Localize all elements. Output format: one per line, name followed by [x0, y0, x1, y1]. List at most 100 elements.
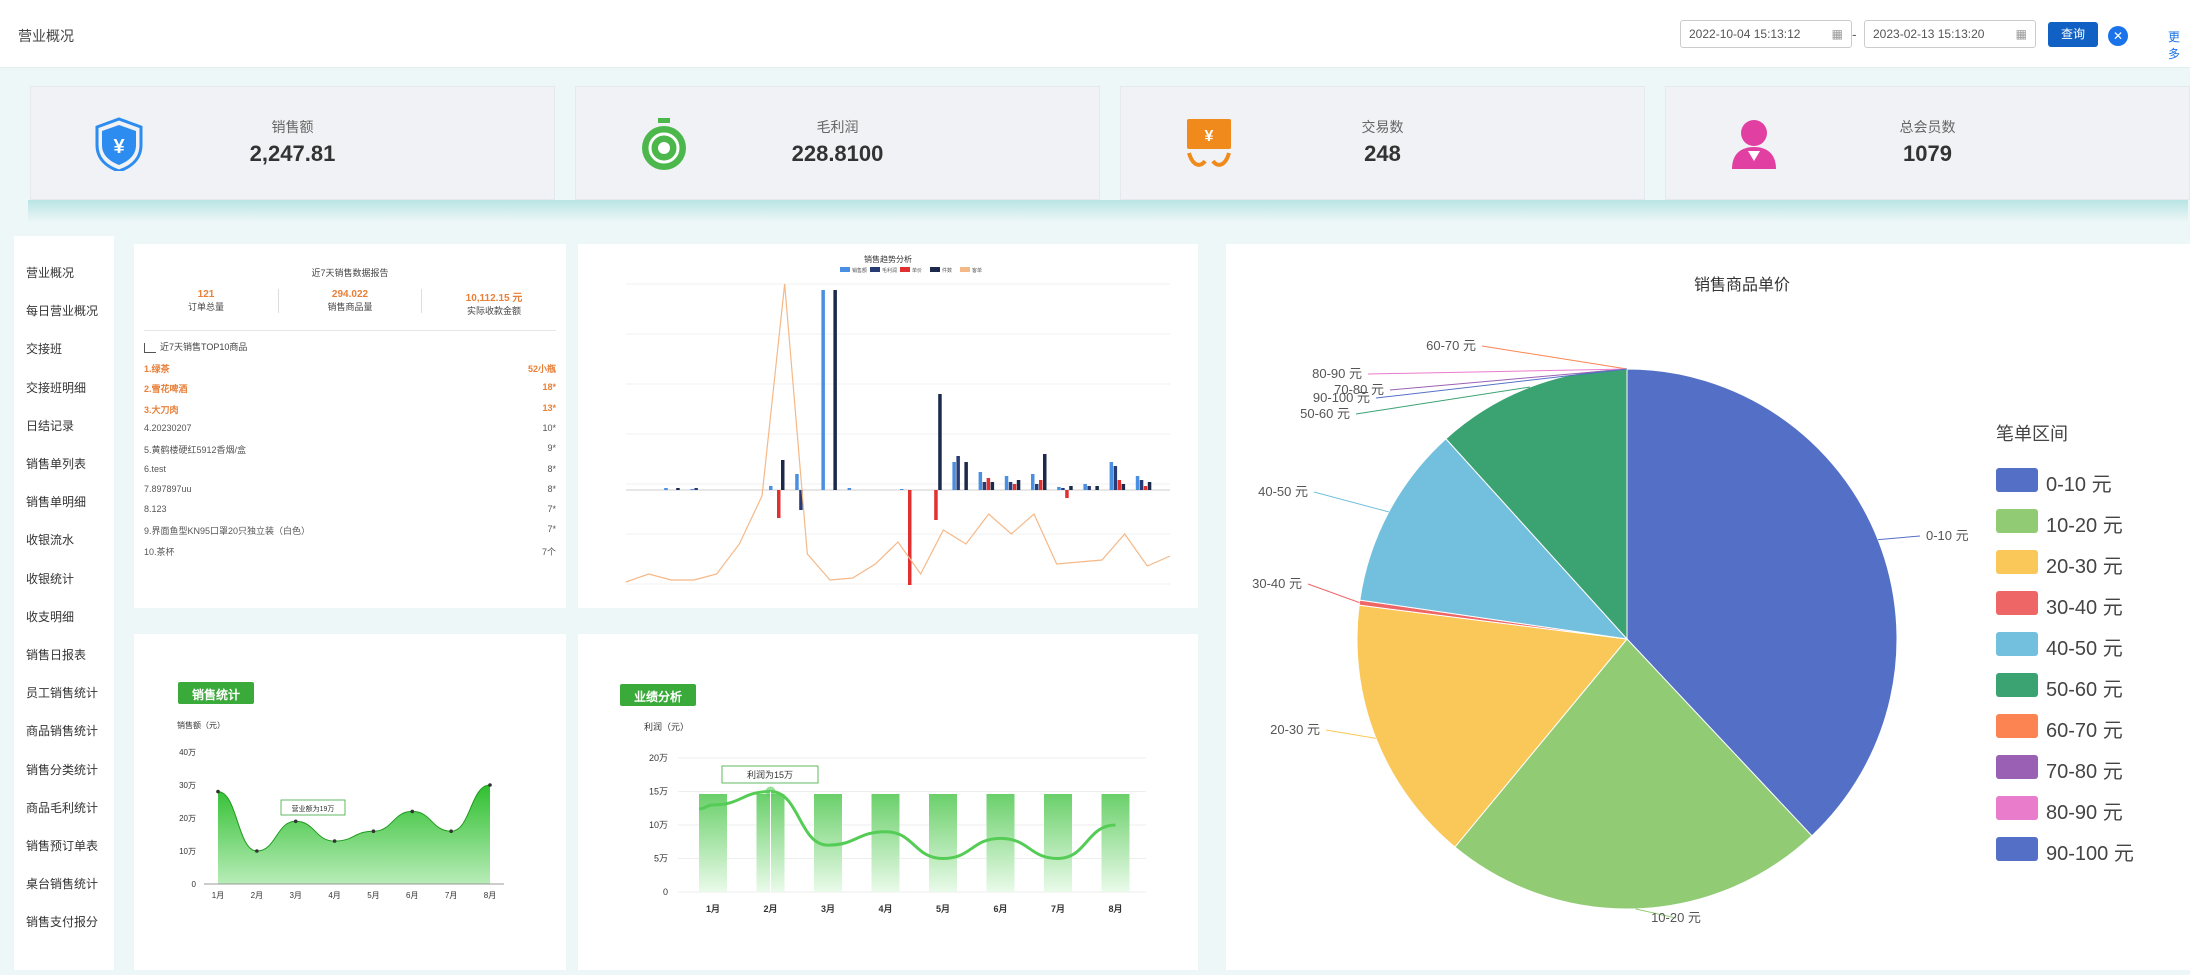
legend-swatch: [840, 267, 850, 272]
x-tick: 5月: [367, 891, 379, 900]
item-qty: 7*: [547, 504, 556, 515]
pie-label: 0-10 元: [1926, 528, 1969, 543]
trend-bar: [1039, 480, 1043, 490]
stat-label: 毛利润: [816, 119, 859, 135]
clear-icon[interactable]: ✕: [2108, 26, 2128, 46]
sales-point: [449, 829, 453, 833]
top-bar: 营业概况 2022-10-04 15:13:12 ▦ - 2023-02-13 …: [0, 0, 2190, 68]
legend-swatch: [870, 267, 880, 272]
sidebar-item[interactable]: 交接班明细: [26, 379, 86, 396]
legend-swatch: [1996, 468, 2038, 492]
legend-label: 20-30 元: [2046, 556, 2123, 578]
trend-chart: 销售趋势分析销售额 毛利润 单价 件数 客单: [625, 254, 1171, 585]
y-tick: 20万: [649, 753, 668, 763]
metric-label: 订单总量: [187, 302, 224, 312]
sidebar-item[interactable]: 销售分类统计: [26, 761, 98, 778]
sidebar-item[interactable]: 销售单明细: [26, 493, 86, 510]
sales-area: [218, 785, 490, 884]
legend-swatch: [900, 267, 910, 272]
performance-chart: 利润（元） 0 5万 10万 15万 20万利润为15万 1月 2月 3月 4月 5月 6月 7月 8月: [644, 721, 1146, 914]
sales-point: [371, 829, 376, 833]
item-qty: 7个: [541, 546, 556, 557]
legend-swatch: [1996, 837, 2038, 861]
sidebar-item[interactable]: 商品毛利统计: [26, 799, 98, 816]
legend-title: 笔单区间: [1996, 424, 2068, 444]
trend-bar: [908, 490, 912, 585]
y-tick: 5万: [654, 854, 668, 864]
trend-bar: [1117, 480, 1122, 490]
sidebar: 营业概况每日营业概况 交接班交接班明细日结记录销售单列表销售单明细收银流水收银统计…: [14, 236, 114, 970]
top10-title: 近7天销售TOP10商品: [160, 342, 248, 352]
trend-bar: [1147, 482, 1152, 490]
calendar-icon: ▦: [2015, 27, 2027, 41]
trend-bar: [821, 290, 825, 490]
top10-item: 3.大刀肉 13*: [144, 403, 556, 416]
more-link[interactable]: 更多: [2168, 28, 2190, 62]
query-button[interactable]: 查询: [2048, 22, 2098, 47]
pie-leader-line: [1307, 583, 1360, 604]
trend-bar: [1143, 486, 1148, 490]
sidebar-item[interactable]: 销售单列表: [26, 455, 86, 472]
top10-item: 10.茶杯 7个: [144, 545, 556, 558]
metric-income: 10,112.15 元 实际收款金额: [422, 289, 566, 317]
trend-chart-panel: 销售趋势分析 销售额 毛利润 单价 件数 客单: [578, 244, 1198, 608]
y-axis-label: 利润（元）: [644, 721, 689, 732]
sidebar-item[interactable]: 营业概况: [26, 264, 74, 281]
sidebar-item[interactable]: 销售支付报分: [26, 913, 98, 930]
top10-header: 近7天销售TOP10商品: [144, 340, 247, 353]
top10-item: 6.test 8*: [144, 464, 556, 474]
top10-item: 4.20230207 10*: [144, 423, 556, 433]
pie-leader-line: [1481, 345, 1628, 370]
trend-bar: [694, 488, 698, 490]
legend-label: 件数: [942, 267, 952, 274]
trend-bar: [1087, 486, 1091, 490]
pie-leader-line: [1325, 729, 1377, 739]
trend-bar: [833, 290, 837, 490]
sidebar-item[interactable]: 收银统计: [26, 570, 74, 587]
sidebar-item[interactable]: 每日营业概况: [26, 302, 98, 319]
item-name: 7.897897uu: [144, 483, 192, 494]
trend-bar: [964, 462, 968, 490]
item-name: 4.20230207: [144, 422, 192, 433]
date-separator: -: [1852, 26, 1857, 42]
legend-label: 客单: [972, 267, 982, 274]
pie-leader-line: [1313, 491, 1389, 513]
sidebar-item[interactable]: 日结记录: [26, 417, 74, 434]
item-name: 1.绿茶: [144, 364, 170, 374]
pie-label: 20-30 元: [1270, 722, 1320, 737]
performance-bar: [871, 794, 900, 892]
trend-bar: [982, 482, 987, 490]
item-name: 5.黄鹤楼硬红5912香烟/盒: [144, 445, 247, 456]
sidebar-item[interactable]: 交接班: [26, 340, 62, 357]
item-name: 8.123: [144, 504, 167, 515]
performance-panel: 业绩分析 利润（元） 0 5万 10万 15万 20万 利润为15万 1月 2月 3月 4月 5月 6月…: [578, 634, 1198, 970]
trend-bar: [1031, 474, 1035, 490]
sidebar-item[interactable]: 收支明细: [26, 608, 74, 625]
trend-bar: [952, 462, 956, 490]
start-date-input[interactable]: 2022-10-04 15:13:12 ▦: [1680, 20, 1852, 48]
x-tick: 1月: [212, 891, 224, 900]
sales-point: [332, 839, 337, 843]
stat-label: 销售额: [271, 119, 314, 135]
x-tick: 5月: [936, 904, 950, 914]
x-tick: 4月: [878, 904, 892, 914]
sidebar-item[interactable]: 收银流水: [26, 531, 74, 548]
x-tick: 6月: [406, 891, 418, 900]
sidebar-item[interactable]: 商品销售统计: [26, 722, 98, 739]
x-tick: 8月: [1108, 904, 1122, 914]
tooltip-text: 利润为15万: [747, 769, 793, 780]
sidebar-item[interactable]: 员工销售统计: [26, 684, 98, 701]
sidebar-item[interactable]: 桌台销售统计: [26, 875, 98, 892]
item-qty: 18*: [542, 382, 556, 393]
metric-label: 实际收款金额: [466, 306, 521, 316]
trend-bar: [1083, 484, 1087, 490]
trend-bar: [1113, 466, 1118, 490]
x-tick: 6月: [993, 904, 1007, 914]
metric-value: 121: [197, 289, 215, 300]
sidebar-item[interactable]: 销售日报表: [26, 646, 86, 663]
sidebar-item[interactable]: 销售预订单表: [26, 837, 98, 854]
x-tick: 3月: [289, 891, 301, 900]
end-date-input[interactable]: 2023-02-13 15:13:20 ▦: [1864, 20, 2036, 48]
x-tick: 3月: [821, 904, 835, 914]
trend-bar: [1008, 482, 1013, 490]
